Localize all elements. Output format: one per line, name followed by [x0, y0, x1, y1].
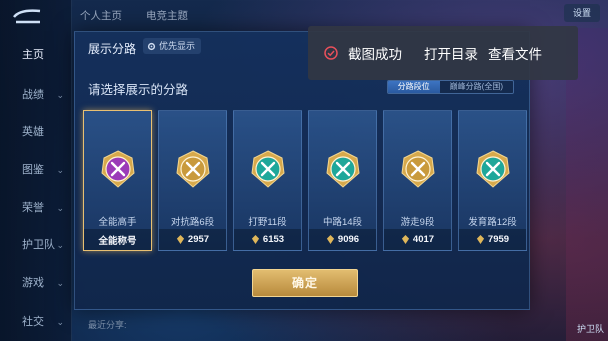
all-round-badge-icon	[101, 150, 135, 188]
sidebar: 主页 战绩 ⌄ 英雄 图鉴 ⌄ 荣誉 ⌄ 护卫队 ⌄ 游戏 ⌄ 社交 ⌄	[0, 0, 72, 341]
rank-points-icon	[401, 235, 410, 244]
chevron-down-icon: ⌄	[56, 278, 64, 288]
lane-score: 7959	[459, 229, 526, 250]
lane-rank-label: 全能高手	[98, 217, 137, 228]
mid-lane-badge-icon	[326, 150, 360, 188]
lane-score-value: 全能称号	[98, 235, 137, 247]
lane-score-value: 7959	[487, 234, 510, 245]
back-logo-icon[interactable]	[10, 8, 46, 26]
guard-label[interactable]: 护卫队	[577, 322, 604, 335]
segment-peak-lane[interactable]: 巅峰分路(全国)	[439, 81, 513, 93]
sidebar-item-label: 战绩	[22, 89, 44, 101]
lane-card[interactable]: 打野11段 6153	[233, 110, 302, 251]
open-directory-link[interactable]: 打开目录	[424, 43, 478, 63]
sidebar-item[interactable]: 主页	[0, 44, 72, 66]
priority-display-button[interactable]: 优先显示	[143, 38, 202, 54]
lane-rank-label: 游走9段	[400, 217, 435, 228]
top-tabs: 个人主页 电竞主题	[80, 6, 188, 26]
lane-rank-label: 中路14段	[322, 217, 363, 228]
settings-button[interactable]: 设置	[564, 4, 600, 22]
chevron-down-icon: ⌄	[56, 165, 64, 175]
segment-lane-rank[interactable]: 分路段位	[387, 81, 440, 93]
lane-rank-label: 对抗路6段	[170, 217, 215, 228]
lane-score: 全能称号	[84, 229, 151, 250]
lane-rank-label: 打野11段	[248, 217, 287, 228]
lane-score: 2957	[159, 229, 226, 250]
tab-profile[interactable]: 个人主页	[80, 6, 122, 26]
lane-score-value: 9096	[337, 234, 360, 245]
jungle-badge-icon	[251, 150, 285, 188]
lane-score-value: 6153	[262, 234, 285, 245]
recent-share-label: 最近分享:	[88, 320, 127, 330]
sidebar-item[interactable]: 战绩 ⌄	[0, 84, 72, 106]
app-screen: 主页 战绩 ⌄ 英雄 图鉴 ⌄ 荣誉 ⌄ 护卫队 ⌄ 游戏 ⌄ 社交 ⌄ 个人主页 电竞主题 设置 护卫队…	[0, 0, 608, 341]
lane-card[interactable]: 对抗路6段 2957	[158, 110, 227, 251]
lane-card[interactable]: 发育路12段 7959	[458, 110, 527, 251]
sidebar-item-label: 游戏	[22, 277, 44, 289]
chevron-down-icon: ⌄	[56, 203, 64, 213]
priority-label: 优先显示	[159, 41, 196, 51]
sidebar-item[interactable]: 图鉴 ⌄	[0, 159, 72, 181]
screenshot-toast: 截图成功 打开目录 查看文件	[308, 26, 578, 80]
lane-score: 6153	[234, 229, 301, 250]
tab-esports-theme[interactable]: 电竞主题	[146, 6, 188, 26]
chevron-down-icon: ⌄	[56, 90, 64, 100]
select-hint: 请选择展示的分路	[88, 83, 189, 97]
lane-score: 9096	[309, 229, 376, 250]
lane-score-value: 4017	[412, 234, 435, 245]
sidebar-item-label: 主页	[22, 49, 44, 61]
roam-badge-icon	[401, 150, 435, 188]
toast-message: 截图成功	[348, 47, 402, 62]
lane-score-value: 2957	[187, 234, 210, 245]
view-file-link[interactable]: 查看文件	[488, 43, 542, 63]
rank-points-icon	[176, 235, 185, 244]
sidebar-item[interactable]: 荣誉 ⌄	[0, 197, 72, 219]
confirm-button[interactable]: 确定	[252, 269, 358, 297]
lane-card[interactable]: 全能高手 全能称号	[83, 110, 152, 251]
rank-points-icon	[251, 235, 260, 244]
lane-card[interactable]: 中路14段 9096	[308, 110, 377, 251]
rank-points-icon	[326, 235, 335, 244]
sidebar-item-label: 社交	[22, 316, 44, 328]
lane-score: 4017	[384, 229, 451, 250]
chevron-down-icon: ⌄	[56, 317, 64, 327]
chevron-down-icon: ⌄	[56, 240, 64, 250]
check-circle-icon	[324, 46, 338, 60]
sidebar-item[interactable]: 护卫队 ⌄	[0, 234, 72, 256]
lane-mode-toggle: 分路段位 巅峰分路(全国)	[386, 80, 514, 94]
dialog-title: 展示分路	[88, 42, 137, 56]
sidebar-item[interactable]: 游戏 ⌄	[0, 272, 72, 294]
lane-cards: 全能高手 全能称号 对抗路6段 2957 打野11段 6153 中路14段 9096 游走9段 4…	[83, 110, 527, 251]
sidebar-item[interactable]: 英雄	[0, 121, 72, 143]
lane-rank-label: 发育路12段	[468, 217, 517, 228]
sidebar-item-label: 英雄	[22, 126, 44, 138]
gear-icon	[147, 42, 156, 50]
sidebar-item[interactable]: 社交 ⌄	[0, 311, 72, 333]
clash-lane-badge-icon	[176, 150, 210, 188]
sidebar-item-label: 荣誉	[22, 202, 44, 214]
farm-lane-badge-icon	[476, 150, 510, 188]
rank-points-icon	[476, 235, 485, 244]
sidebar-item-label: 图鉴	[22, 164, 44, 176]
sidebar-item-label: 护卫队	[22, 239, 55, 251]
lane-card[interactable]: 游走9段 4017	[383, 110, 452, 251]
